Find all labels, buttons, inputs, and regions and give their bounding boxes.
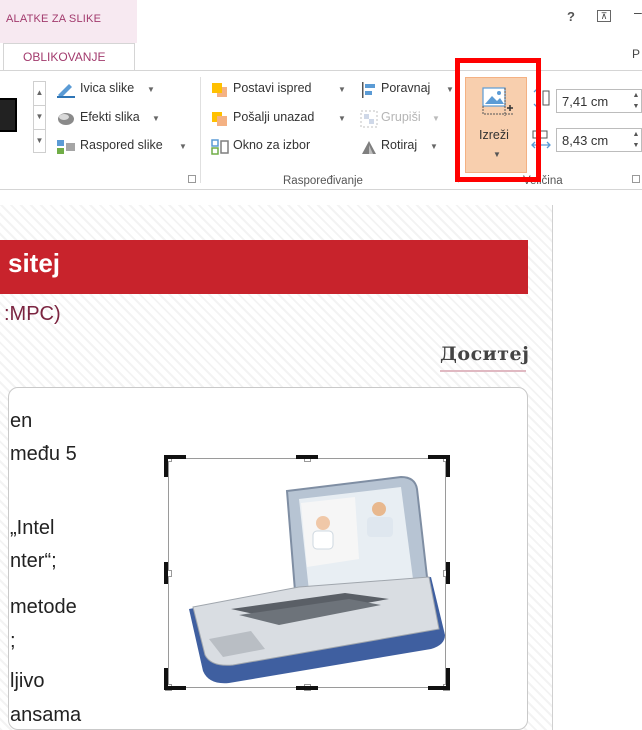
align-icon <box>362 82 375 98</box>
send-backward-icon <box>212 112 227 126</box>
chevron-down-icon[interactable]: ▼ <box>179 142 187 151</box>
chevron-down-icon[interactable]: ▼ <box>338 85 346 94</box>
chevron-down-icon[interactable]: ▼ <box>147 85 155 94</box>
picture-styles-launcher-icon[interactable] <box>188 175 196 183</box>
picture-border-button[interactable]: Ivica slike <box>80 81 134 95</box>
width-spinner[interactable]: ▲ ▼ <box>631 129 641 151</box>
crop-handle-right[interactable] <box>446 562 450 584</box>
selection-pane-button[interactable]: Okno za izbor <box>233 138 310 152</box>
minimize-icon[interactable]: – <box>634 4 642 20</box>
account-initial-partial: P <box>632 47 641 61</box>
body-text-line[interactable]: među 5 <box>10 443 77 466</box>
tab-format[interactable]: OBLIKOVANJE <box>3 43 135 71</box>
send-backward-button[interactable]: Pošalji unazad <box>233 110 314 124</box>
picture-effects-button[interactable]: Efekti slika <box>80 110 140 124</box>
slide-subtitle[interactable]: :MPC) <box>4 303 61 326</box>
picture-effects-icon <box>58 113 74 125</box>
picture-tools-context-header: ALATKE ZA SLIKE <box>0 0 137 43</box>
crop-highlight-frame <box>455 58 541 182</box>
shape-height-value: 7,41 cm <box>562 94 609 109</box>
gallery-more-icon[interactable]: ▼ <box>34 130 45 153</box>
ribbon: ▲ ▼ ▼ Ivica slike ▼ Efekti slika ▼ Raspo… <box>0 70 642 190</box>
picture-layout-button[interactable]: Raspored slike <box>80 138 163 152</box>
rotate-icon <box>362 141 376 154</box>
chevron-down-icon[interactable]: ▼ <box>430 142 438 151</box>
dositej-logo: Доситеј <box>440 343 530 365</box>
ribbon-display-options-icon[interactable]: ⊼ <box>597 10 611 22</box>
crop-handle-top-right[interactable] <box>446 455 450 477</box>
laptop-illustration <box>189 475 445 684</box>
tab-format-label: OBLIKOVANJE <box>23 50 106 64</box>
crop-handle-bottom-left[interactable] <box>164 668 168 690</box>
help-icon[interactable]: ? <box>567 9 575 24</box>
picture-border-icon <box>57 84 75 98</box>
logo-underline <box>440 370 526 372</box>
height-spinner[interactable]: ▲ ▼ <box>631 90 641 112</box>
body-text-line[interactable]: en <box>10 410 32 433</box>
group-button[interactable]: Grupiši <box>381 110 421 124</box>
picture-layout-icon <box>57 140 75 154</box>
laptop-picture[interactable] <box>165 455 450 691</box>
chevron-down-icon[interactable]: ▼ <box>152 114 160 123</box>
gallery-up-icon[interactable]: ▲ <box>34 82 45 106</box>
crop-handle-top[interactable] <box>296 455 318 459</box>
chevron-down-icon[interactable]: ▼ <box>432 114 440 123</box>
crop-handle-top-left[interactable] <box>164 455 168 477</box>
group-icon <box>360 110 378 128</box>
crop-handle-bottom-right[interactable] <box>446 668 450 690</box>
shape-width-input[interactable]: 8,43 cm ▲ ▼ <box>556 128 642 152</box>
body-text-line[interactable]: ansama <box>10 704 81 727</box>
bring-forward-icon <box>212 83 227 97</box>
group-divider <box>200 77 201 183</box>
shape-width-value: 8,43 cm <box>562 133 609 148</box>
slide-title-bar <box>0 240 528 294</box>
gallery-down-icon[interactable]: ▼ <box>34 106 45 130</box>
rotate-button[interactable]: Rotiraj <box>381 138 417 152</box>
crop-handle-bottom[interactable] <box>296 686 318 690</box>
body-text-line[interactable]: nter“; <box>10 550 57 573</box>
body-text-line[interactable]: „Intel <box>10 517 54 540</box>
chevron-down-icon[interactable]: ▼ <box>338 114 346 123</box>
selection-pane-icon <box>211 139 229 155</box>
crop-handle-left[interactable] <box>164 562 168 584</box>
body-text-line[interactable]: metode <box>10 596 77 619</box>
slide-title[interactable]: sitej <box>8 248 60 279</box>
bring-forward-button[interactable]: Postavi ispred <box>233 81 312 95</box>
picture-style-thumbnail[interactable] <box>0 98 17 132</box>
arrange-group-label: Raspoređivanje <box>283 175 363 187</box>
align-button[interactable]: Poravnaj <box>381 81 430 95</box>
body-text-line[interactable]: ; <box>10 630 16 653</box>
size-launcher-icon[interactable] <box>632 175 640 183</box>
shape-height-input[interactable]: 7,41 cm ▲ ▼ <box>556 89 642 113</box>
chevron-down-icon[interactable]: ▼ <box>446 85 454 94</box>
style-gallery-scroll[interactable]: ▲ ▼ ▼ <box>33 81 46 153</box>
context-tab-title: ALATKE ZA SLIKE <box>6 13 102 25</box>
body-text-line[interactable]: ljivo <box>10 670 44 693</box>
